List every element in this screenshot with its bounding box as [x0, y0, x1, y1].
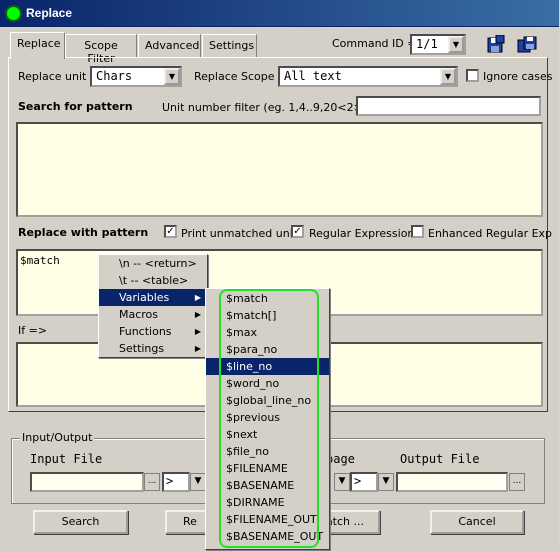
- replace-scope-value: All text: [284, 69, 342, 83]
- menu-item-tab[interactable]: \t -- <table>: [99, 272, 207, 289]
- input-mode-select[interactable]: >: [162, 472, 190, 492]
- chevron-down-icon: ▼: [164, 68, 180, 85]
- ignore-cases-checkbox[interactable]: [466, 69, 479, 82]
- menu-item-label: Variables: [119, 291, 170, 304]
- menu-item-label: \t -- <table>: [119, 274, 189, 287]
- menu-item-label: Macros: [119, 308, 159, 321]
- tab-scope-filter[interactable]: Scope Filter: [65, 34, 137, 65]
- output-browse-button[interactable]: ...: [509, 473, 525, 491]
- context-menu: \n -- <return> \t -- <table> Variables ▶ …: [98, 254, 208, 358]
- window-title: Replace: [26, 6, 73, 20]
- replace-unit-select[interactable]: Chars ▼: [90, 66, 182, 87]
- chevron-down-icon[interactable]: ▼: [378, 473, 394, 491]
- page-label: page: [326, 452, 355, 466]
- replace-unit-value: Chars: [96, 69, 133, 83]
- save-icon[interactable]: [487, 34, 505, 53]
- chevron-down-icon: ▼: [440, 68, 456, 85]
- input-mode-value: >: [166, 474, 174, 488]
- tab-replace[interactable]: Replace: [10, 32, 65, 59]
- menu-item-label: \n -- <return>: [119, 257, 197, 270]
- submenu-arrow-icon: ▶: [194, 293, 201, 302]
- submenu-arrow-icon: ▶: [194, 327, 201, 336]
- app-icon: [5, 5, 22, 22]
- search-pattern-textarea[interactable]: [16, 122, 543, 217]
- enhanced-regexp-checkbox[interactable]: [411, 225, 424, 238]
- if-label: If =>: [18, 324, 48, 337]
- submenu-arrow-icon: ▶: [194, 310, 201, 319]
- save-all-icon[interactable]: [517, 35, 539, 53]
- replace-scope-select[interactable]: All text ▼: [278, 66, 458, 87]
- print-unmatched-label: Print unmatched units: [181, 227, 303, 240]
- regular-expression-label: Regular Expression: [309, 227, 415, 240]
- command-id-value: 1/1: [416, 37, 438, 51]
- command-id-select[interactable]: 1/1 ▼: [410, 34, 466, 55]
- replace-unit-label: Replace unit: [18, 70, 87, 83]
- print-unmatched-checkbox[interactable]: ✓: [164, 225, 177, 238]
- menu-item-return[interactable]: \n -- <return>: [99, 255, 207, 272]
- submenu-arrow-icon: ▶: [194, 344, 201, 353]
- chevron-down-icon[interactable]: ▼: [334, 473, 350, 491]
- output-file-field[interactable]: [396, 472, 508, 492]
- output-mode-select[interactable]: >: [350, 472, 378, 492]
- chevron-down-icon[interactable]: ▼: [190, 473, 206, 491]
- output-mode-value: >: [354, 474, 362, 488]
- menu-item-variables[interactable]: Variables ▶: [99, 289, 207, 306]
- tab-settings[interactable]: Settings: [202, 34, 257, 58]
- tab-advanced[interactable]: Advanced: [138, 34, 201, 58]
- enhanced-regexp-label: Enhanced Regular Exp: [428, 227, 553, 240]
- cancel-button[interactable]: Cancel: [430, 510, 524, 534]
- chevron-down-icon: ▼: [448, 36, 464, 53]
- menu-item-label: Functions: [119, 325, 172, 338]
- menu-item-label: Settings: [119, 342, 165, 355]
- unit-filter-input[interactable]: [356, 96, 541, 116]
- ignore-cases-label: Ignore cases: [483, 70, 553, 83]
- input-browse-button[interactable]: ...: [144, 473, 160, 491]
- menu-item-settings[interactable]: Settings ▶: [99, 340, 207, 357]
- output-file-label: Output File: [400, 452, 480, 466]
- replace-scope-label: Replace Scope: [194, 70, 275, 83]
- title-bar[interactable]: Replace: [0, 0, 559, 27]
- search-pattern-label: Search for pattern: [18, 100, 133, 113]
- highlight-outline: [219, 289, 319, 548]
- menu-item-functions[interactable]: Functions ▶: [99, 323, 207, 340]
- input-output-label: Input/Output: [20, 431, 95, 444]
- regular-expression-checkbox[interactable]: ✓: [291, 225, 304, 238]
- input-file-label: Input File: [30, 452, 103, 466]
- replace-pattern-value: $match: [20, 254, 60, 267]
- input-file-field[interactable]: [30, 472, 144, 492]
- replace-pattern-label: Replace with pattern: [18, 226, 149, 239]
- search-button[interactable]: Search: [33, 510, 128, 534]
- menu-item-macros[interactable]: Macros ▶: [99, 306, 207, 323]
